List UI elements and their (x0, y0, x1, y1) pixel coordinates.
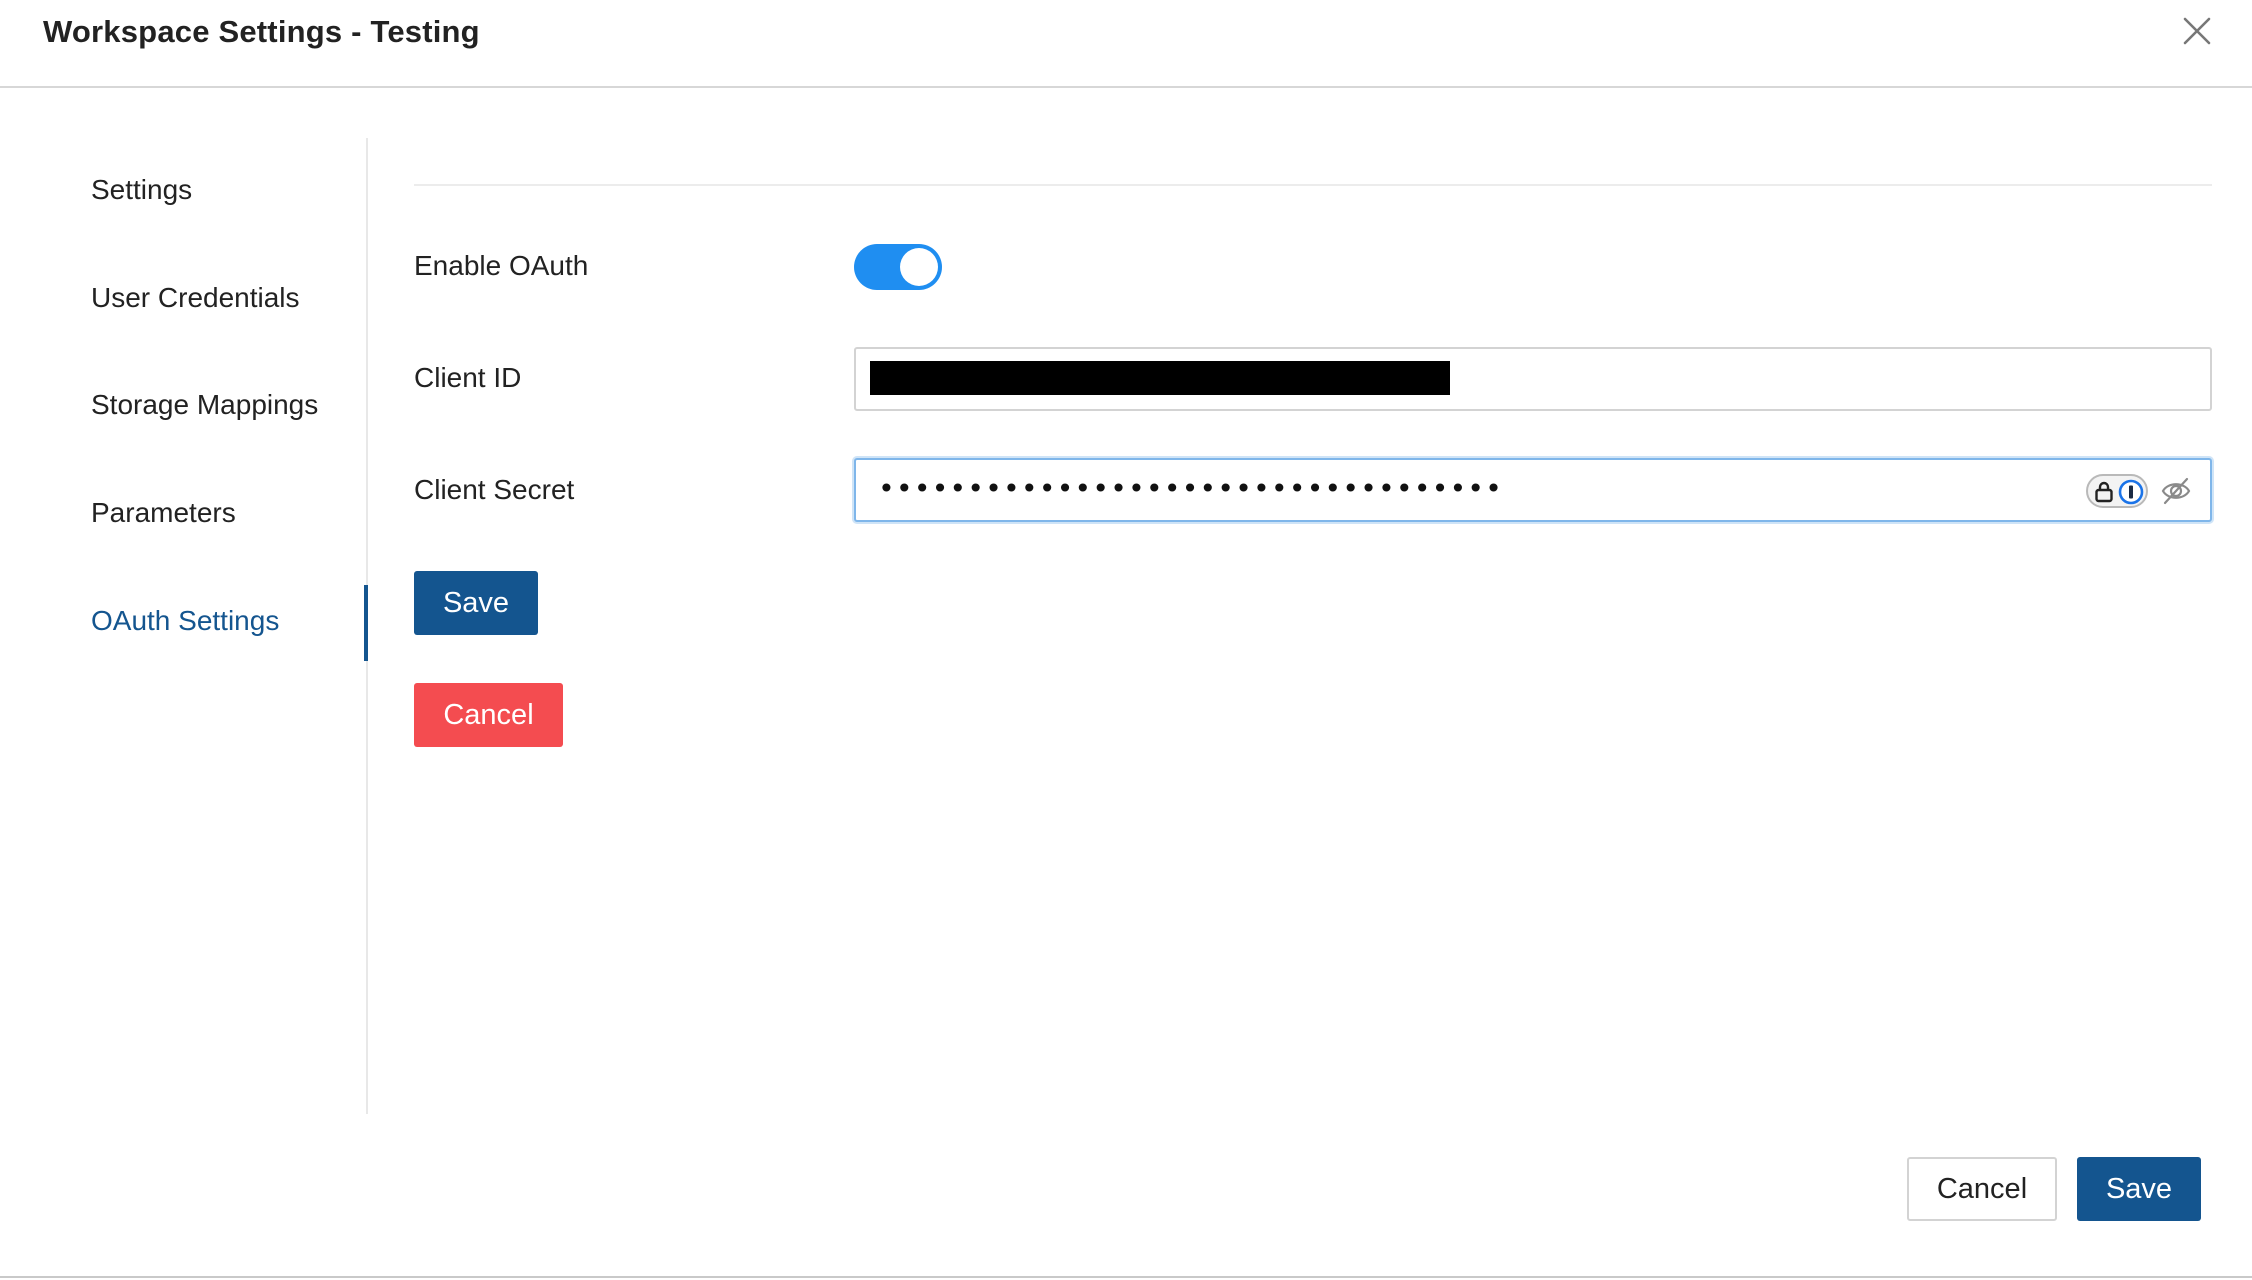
dialog-save-button[interactable]: Save (2077, 1157, 2201, 1221)
dialog-cancel-button[interactable]: Cancel (1907, 1157, 2057, 1221)
client-id-redacted-value (870, 361, 1450, 395)
client-secret-input[interactable]: ••••••••••••••••••••••••••••••••••• (854, 458, 2212, 522)
oauth-save-button[interactable]: Save (414, 571, 538, 635)
sidebar-item-storage-mappings[interactable]: Storage Mappings (91, 375, 368, 435)
oauth-cancel-button[interactable]: Cancel (414, 683, 563, 747)
sidebar-item-user-credentials[interactable]: User Credentials (91, 268, 368, 328)
enable-oauth-toggle[interactable] (854, 244, 942, 290)
client-secret-label: Client Secret (414, 474, 575, 505)
active-indicator (364, 585, 368, 661)
lock-icon (2095, 481, 2113, 503)
password-manager-icon (2118, 479, 2144, 505)
client-id-input[interactable] (854, 347, 2212, 411)
client-id-label: Client ID (414, 362, 522, 393)
client-secret-value: ••••••••••••••••••••••••••••••••••• (878, 472, 1504, 505)
sidebar-item-parameters[interactable]: Parameters (91, 483, 368, 543)
toggle-knob (900, 248, 938, 286)
eye-off-icon[interactable] (2160, 476, 2192, 506)
enable-oauth-label: Enable OAuth (414, 250, 589, 281)
oauth-settings-panel: Enable OAuth Client ID Client Secret •••… (414, 0, 2212, 1280)
sidebar-item-oauth-settings[interactable]: OAuth Settings (91, 591, 368, 651)
password-manager-button[interactable] (2086, 474, 2148, 508)
section-divider (414, 184, 2212, 186)
dialog-bottom-border (0, 1276, 2252, 1278)
settings-sidebar: Settings User Credentials Storage Mappin… (0, 138, 368, 1114)
sidebar-item-settings[interactable]: Settings (91, 160, 368, 220)
